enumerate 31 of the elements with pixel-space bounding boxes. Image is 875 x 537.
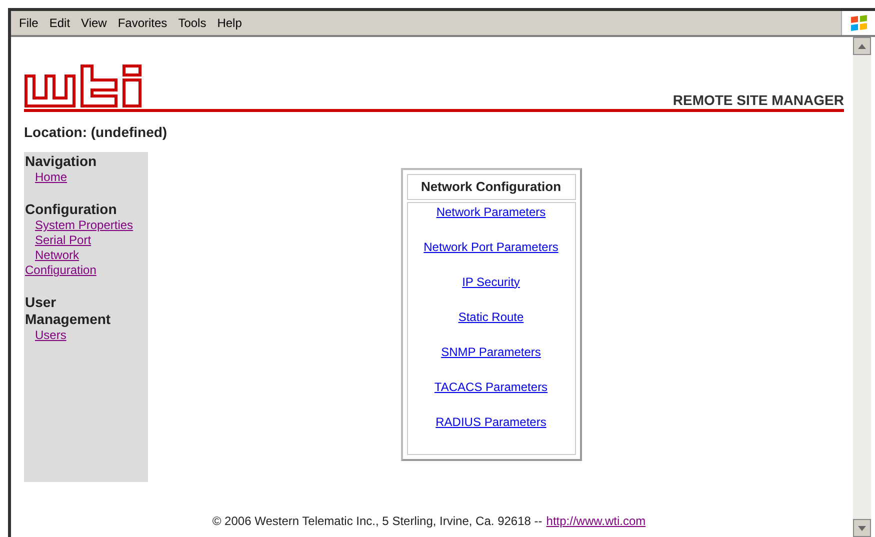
config-link[interactable]: Static Route — [458, 308, 524, 324]
config-link[interactable]: RADIUS Parameters — [436, 414, 546, 430]
section-heading: Navigation — [25, 153, 98, 170]
location-label: Location: (undefined) — [24, 123, 168, 142]
config-link[interactable]: SNMP Parameters — [441, 344, 541, 360]
up-arrow-icon — [858, 44, 866, 48]
down-arrow-icon — [858, 526, 866, 530]
app-title: REMOTE SITE MANAGER — [672, 93, 844, 107]
menu-item[interactable]: Edit — [49, 14, 70, 32]
menu-item[interactable]: Tools — [178, 14, 206, 32]
panel-title: Network Configuration — [406, 174, 576, 200]
section-heading: Configuration — [25, 201, 118, 218]
sidebar-link[interactable]: System Properties — [25, 218, 143, 233]
sidebar-link[interactable]: Users — [25, 328, 143, 343]
scroll-up-button[interactable] — [853, 37, 871, 55]
windows-flag-icon — [850, 14, 868, 32]
config-link[interactable]: TACACS Parameters — [434, 378, 548, 394]
config-link[interactable]: Network Port Parameters — [424, 238, 558, 254]
menu-item[interactable]: Help — [217, 14, 242, 32]
menu-item[interactable]: File — [19, 14, 38, 32]
copyright-text: © 2006 Western Telematic Inc., 5 Sterling, Irvine, Ca. 92618 -- — [212, 513, 542, 530]
config-link[interactable]: Network Parameters — [436, 204, 546, 220]
sidebar-link[interactable]: Home — [25, 170, 143, 185]
sidebar-link[interactable]: Network Configuration — [25, 248, 143, 278]
menu-item[interactable]: View — [81, 14, 107, 32]
menu-item[interactable]: Favorites — [118, 14, 168, 32]
sidebar-link[interactable]: Serial Port — [25, 233, 143, 248]
section-heading: User Management — [25, 294, 112, 328]
website-link[interactable]: http://www.wti.com — [546, 512, 646, 530]
config-link[interactable]: IP Security — [462, 274, 520, 290]
scroll-down-button[interactable] — [853, 519, 871, 537]
